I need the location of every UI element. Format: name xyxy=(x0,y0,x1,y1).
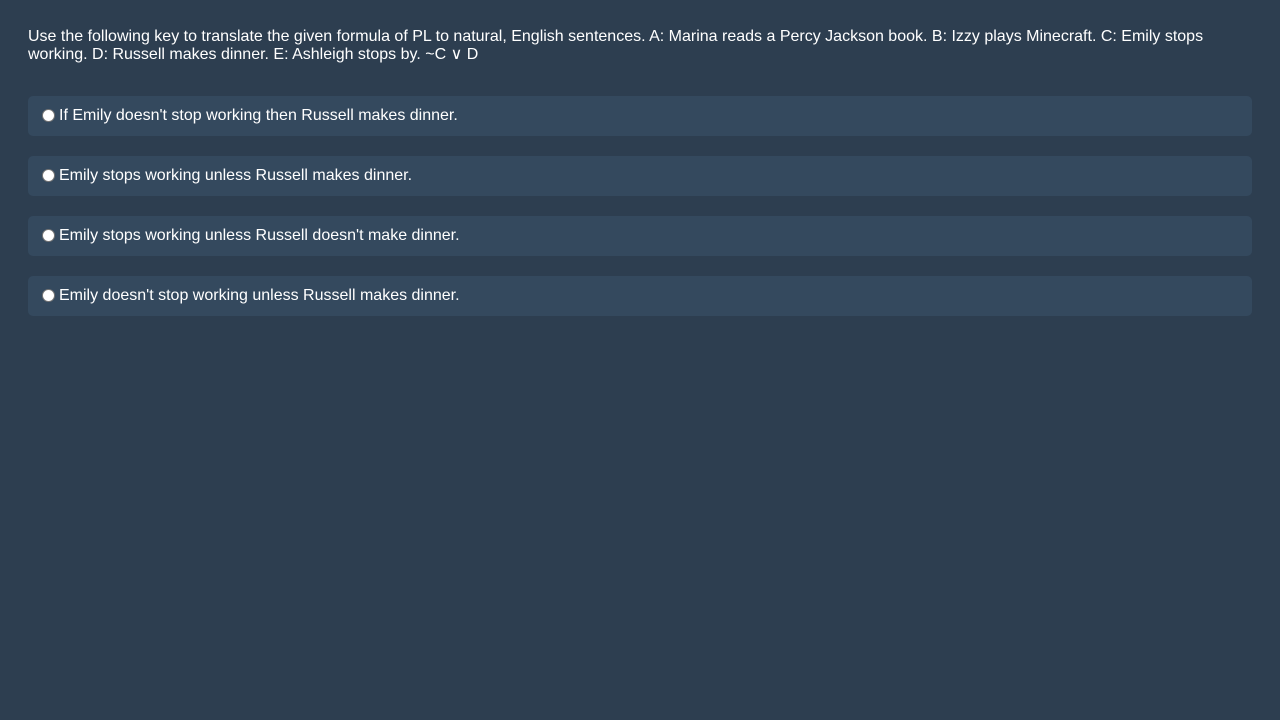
answer-option-3[interactable]: Emily stops working unless Russell doesn… xyxy=(28,216,1252,256)
answer-option-4[interactable]: Emily doesn't stop working unless Russel… xyxy=(28,276,1252,316)
answer-option-label: Emily stops working unless Russell makes… xyxy=(59,167,413,184)
answer-option-2[interactable]: Emily stops working unless Russell makes… xyxy=(28,156,1252,196)
answer-option-label: Emily doesn't stop working unless Russel… xyxy=(59,287,460,304)
answer-option-1[interactable]: If Emily doesn't stop working then Russe… xyxy=(28,96,1252,136)
radio-button[interactable] xyxy=(42,288,55,302)
radio-button[interactable] xyxy=(42,168,55,182)
question-text: Use the following key to translate the g… xyxy=(28,28,1204,63)
radio-button[interactable] xyxy=(42,228,55,242)
answer-option-label: Emily stops working unless Russell doesn… xyxy=(59,227,460,244)
quiz-page: Use the following key to translate the g… xyxy=(0,0,1280,720)
answer-option-label: If Emily doesn't stop working then Russe… xyxy=(59,107,458,124)
answer-options: If Emily doesn't stop working then Russe… xyxy=(28,96,1252,316)
radio-button[interactable] xyxy=(42,108,55,122)
